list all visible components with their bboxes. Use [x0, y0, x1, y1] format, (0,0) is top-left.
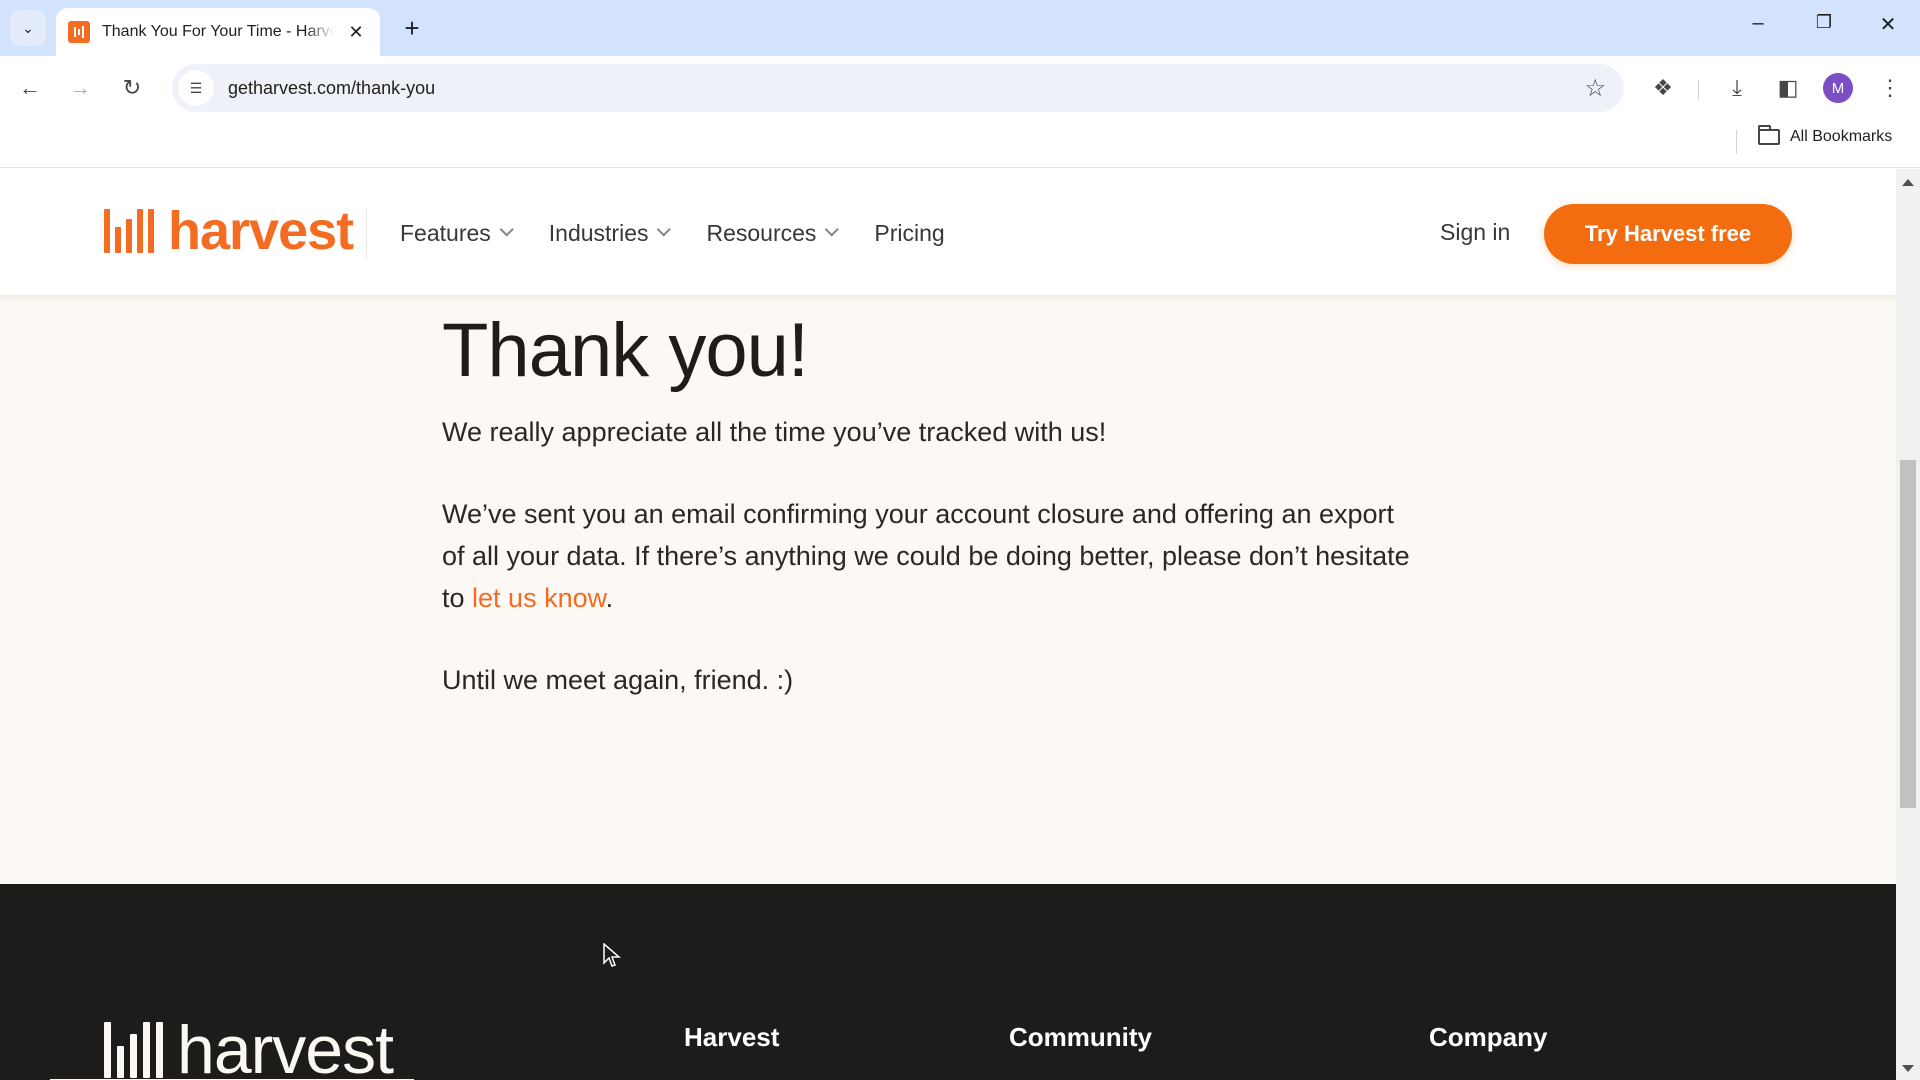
all-bookmarks-label: All Bookmarks	[1790, 128, 1893, 145]
bookmarks-bar: All Bookmarks	[0, 120, 1920, 168]
try-harvest-free-button[interactable]: Try Harvest free	[1544, 204, 1792, 264]
toolbar-divider	[1698, 80, 1699, 100]
footer-heading-community: Community	[1009, 1022, 1152, 1052]
footer-logo-wordmark: harvest	[177, 1012, 394, 1080]
bookmarks-divider	[1736, 130, 1737, 154]
nav-pricing-label: Pricing	[874, 219, 945, 246]
close-window-icon[interactable]: ✕	[1868, 12, 1908, 37]
footer-harvest-logo[interactable]: harvest	[104, 1012, 394, 1080]
body-text-end: .	[605, 583, 614, 613]
profile-avatar[interactable]: M	[1823, 73, 1853, 103]
page-viewport: harvest Features Industries Resources Pr…	[0, 169, 1896, 1080]
nav-industries-label: Industries	[548, 219, 649, 246]
browser-tab-strip: ⌄ Thank You For Your Time - Harvest ✕ + …	[0, 0, 1920, 56]
url-text[interactable]: getharvest.com/thank-you	[228, 78, 435, 99]
page-title: Thank you!	[442, 308, 809, 393]
page-scrollbar[interactable]	[1896, 169, 1920, 1080]
browser-toolbar: ← → ↻ ☰ getharvest.com/thank-you ☆ ❖ ⤓ ◧…	[0, 56, 1920, 120]
folder-icon	[1758, 125, 1780, 145]
logo-wordmark: harvest	[168, 201, 354, 261]
mouse-cursor-icon	[603, 943, 621, 967]
main-nav: Features Industries Resources Pricing	[400, 213, 945, 253]
chevron-down-icon: ⌄	[22, 19, 34, 36]
close-tab-icon[interactable]: ✕	[344, 22, 368, 43]
nav-industries[interactable]: Industries	[548, 219, 672, 247]
closing-text: Until we meet again, friend. :)	[442, 665, 794, 695]
intro-text: We really appreciate all the time you’ve…	[442, 417, 1107, 447]
bookmark-star-icon[interactable]: ☆	[1584, 74, 1606, 103]
side-panel-icon[interactable]: ◧	[1772, 72, 1804, 104]
chevron-down-icon	[657, 222, 672, 237]
forward-arrow-icon[interactable]: →	[64, 72, 96, 104]
all-bookmarks-button[interactable]: All Bookmarks	[1758, 125, 1893, 146]
more-menu-icon[interactable]: ⋮	[1874, 72, 1906, 104]
nav-pricing[interactable]: Pricing	[874, 220, 944, 247]
nav-features[interactable]: Features	[400, 219, 514, 247]
minimize-icon[interactable]: –	[1738, 12, 1778, 35]
chevron-down-icon	[499, 222, 514, 237]
reload-icon[interactable]: ↻	[116, 72, 148, 104]
browser-tab-active[interactable]: Thank You For Your Time - Harvest ✕	[56, 8, 380, 56]
nav-features-label: Features	[400, 219, 491, 246]
extensions-puzzle-icon[interactable]: ❖	[1647, 72, 1679, 104]
scroll-up-arrow-icon[interactable]	[1902, 179, 1914, 186]
harvest-logo-mark-icon	[104, 1022, 163, 1078]
site-footer: harvest Harvest Community Company	[0, 884, 1896, 1080]
sign-in-link[interactable]: Sign in	[1440, 219, 1510, 246]
chevron-down-icon	[825, 222, 840, 237]
address-bar[interactable]: ☰ getharvest.com/thank-you ☆	[172, 64, 1624, 112]
let-us-know-link[interactable]: let us know	[472, 583, 606, 613]
footer-heading-company: Company	[1429, 1022, 1548, 1052]
site-info-icon[interactable]: ☰	[178, 70, 214, 106]
harvest-favicon-icon	[68, 21, 90, 43]
footer-heading-harvest: Harvest	[684, 1022, 780, 1052]
new-tab-button[interactable]: +	[398, 14, 426, 42]
back-arrow-icon[interactable]: ←	[14, 72, 46, 104]
tab-title: Thank You For Your Time - Harvest	[102, 23, 334, 40]
tab-search-button[interactable]: ⌄	[10, 10, 46, 46]
download-icon[interactable]: ⤓	[1721, 72, 1753, 104]
nav-resources[interactable]: Resources	[706, 219, 840, 247]
harvest-logo-mark-icon	[104, 209, 154, 253]
restore-window-icon[interactable]: ❐	[1804, 12, 1844, 33]
scroll-down-arrow-icon[interactable]	[1902, 1065, 1914, 1072]
body-text: We’ve sent you an email confirming your …	[442, 493, 1422, 619]
scrollbar-thumb[interactable]	[1900, 460, 1916, 808]
header-divider	[366, 209, 367, 259]
harvest-logo[interactable]: harvest	[104, 201, 354, 261]
nav-resources-label: Resources	[706, 219, 817, 246]
site-header: harvest Features Industries Resources Pr…	[0, 169, 1896, 297]
